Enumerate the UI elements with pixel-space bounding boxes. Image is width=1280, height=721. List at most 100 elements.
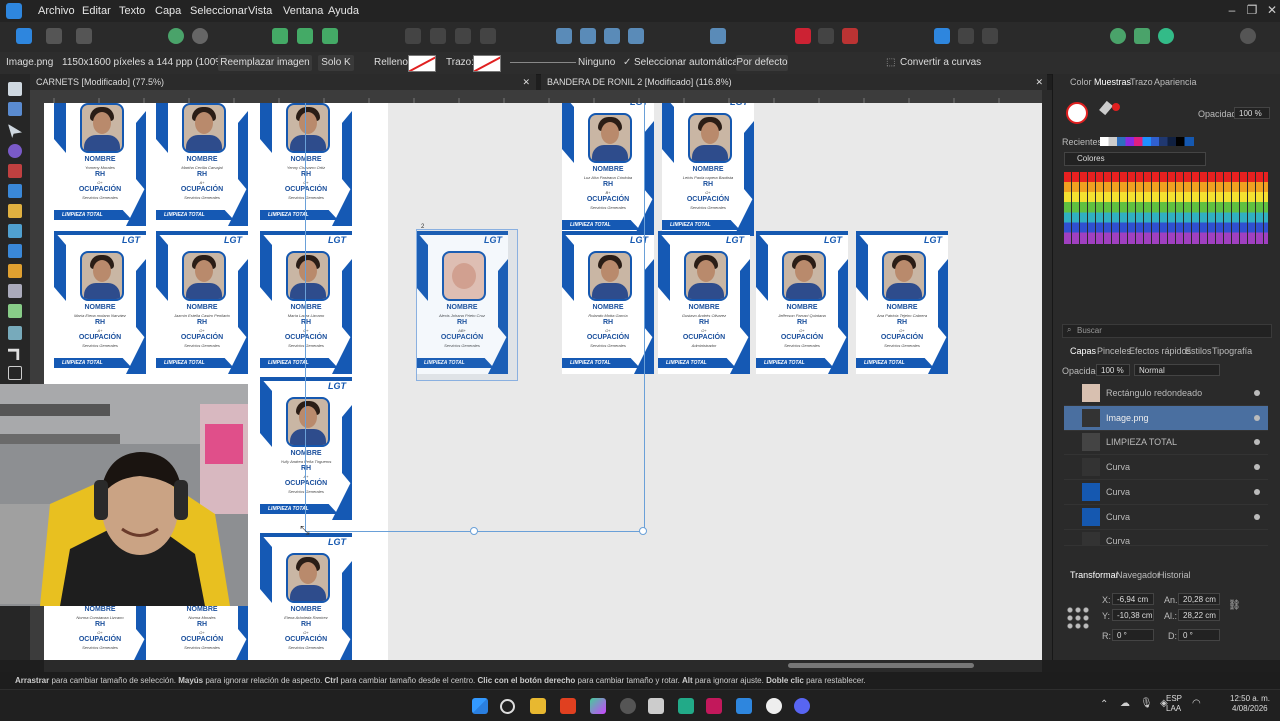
pen-tool-icon[interactable] [8,184,22,198]
maximize-icon[interactable]: ❐ [1242,3,1262,17]
x-field[interactable]: -6,94 cm [1112,593,1154,605]
tab-bandera[interactable]: BANDERA DE RONIL 2 [Modificado] (116.8%)… [541,74,1047,90]
vertical-scrollbar[interactable] [1042,90,1052,660]
export-persona-icon[interactable] [76,28,92,44]
selection-handle[interactable] [470,527,478,535]
opacity-field[interactable]: 100 % [1234,107,1270,119]
fill-swatch[interactable] [408,55,436,72]
menu-ventana[interactable]: Ventana [283,5,323,17]
brave-icon[interactable] [560,698,576,714]
id-card[interactable]: LGTNOMBREYomeny MoralesRHO+OCUPACIÓNServ… [54,103,146,226]
snap-grid-icon[interactable] [297,28,313,44]
stroke-value[interactable]: Ninguno [578,57,615,68]
snap-object-icon[interactable] [322,28,338,44]
artboard-tool-icon[interactable] [8,102,22,116]
layer-row-selected[interactable]: Image.png [1064,406,1268,431]
pencil-tool-icon[interactable] [8,204,22,218]
menu-capa[interactable]: Capa [155,5,181,17]
app-icon[interactable] [706,698,722,714]
account-icon[interactable] [1240,28,1256,44]
shear-field[interactable]: 0 ° [1178,629,1220,641]
sync-icon[interactable] [1158,28,1174,44]
settings-icon[interactable] [168,28,184,44]
id-card[interactable]: LGT NOMBRE Ana Patricia Tejeiro Cabrera RH O… [856,231,948,374]
auto-select-dropdown[interactable]: Por defecto [736,55,788,71]
tab-muestras[interactable]: Muestras [1094,77,1131,87]
tab-tipografia[interactable]: Tipografía [1212,346,1252,356]
crop-icon[interactable] [795,28,811,44]
layer-row[interactable]: LIMPIEZA TOTAL [1064,430,1268,455]
crop-tool-icon[interactable] [8,348,20,360]
vector-brush-icon[interactable] [8,224,22,238]
convert-curves-button[interactable]: Convertir a curvas [900,57,981,68]
pixel-persona-icon[interactable] [46,28,62,44]
recent-swatches[interactable] [1100,137,1194,146]
layer-row[interactable]: Rectángulo redondeado [1064,381,1268,406]
h-field[interactable]: 28,22 cm [1178,609,1220,621]
align-icon[interactable] [710,28,726,44]
w-field[interactable]: 20,28 cm [1178,593,1220,605]
menu-vista[interactable]: Vista [248,5,272,17]
tab-navegador[interactable]: Navegador [1116,570,1160,580]
discord-icon[interactable] [794,698,810,714]
blend-mode-dropdown[interactable]: Normal [1134,364,1220,376]
rotation-field[interactable]: 0 ° [1112,629,1154,641]
tab-capas[interactable]: Capas [1070,346,1096,356]
selected-card-box[interactable] [416,229,518,381]
auto-select-checkbox[interactable]: ✓ [623,57,631,68]
snap-icon[interactable] [272,28,288,44]
menu-ayuda[interactable]: Ayuda [328,5,359,17]
app-icon[interactable] [678,698,694,714]
gear-icon[interactable] [192,28,208,44]
solo-k-button[interactable]: Solo K [318,55,354,71]
tab-transformar[interactable]: Transformar [1070,570,1119,580]
tab-trazo[interactable]: Trazo [1130,77,1153,87]
tab-carnets[interactable]: CARNETS [Modificado] (77.5%) ✕ [30,74,536,90]
language-primary[interactable]: ESP [1166,694,1182,703]
replace-image-button[interactable]: Reemplazar imagen [218,55,312,71]
fill-tool-icon[interactable] [8,244,22,258]
id-card[interactable]: LGT NOMBRE Jefferson Parraci Quintana RH O+ O… [756,231,848,374]
tab-close-icon[interactable]: ✕ [522,74,530,90]
fill-none-icon[interactable] [1066,102,1088,124]
visibility-icon[interactable] [1254,439,1260,445]
affinity-designer-icon[interactable] [736,698,752,714]
visibility-icon[interactable] [1254,489,1260,495]
layer-row[interactable]: Curva [1064,480,1268,505]
cloud-icon[interactable]: ☁ [1120,698,1130,709]
menu-archivo[interactable]: Archivo [38,5,75,17]
contour-tool-icon[interactable] [8,144,22,158]
stroke-width-slider[interactable] [510,62,576,63]
node-tool-icon[interactable] [8,124,22,138]
place-image-icon[interactable] [8,304,22,318]
image-info-label[interactable]: 1150x1600 píxeles a 144 ppp (100%) [62,57,228,68]
visibility-icon[interactable] [1254,415,1260,421]
selection-handle[interactable] [639,527,647,535]
ruler-horizontal[interactable] [44,90,1042,104]
menu-editar[interactable]: Editar [82,5,111,17]
designer-persona-icon[interactable] [16,28,32,44]
rotate-left-icon[interactable] [604,28,620,44]
rectangle-tool-icon[interactable] [8,366,22,380]
transparency-tool-icon[interactable] [8,284,22,298]
id-card[interactable]: LGTNOMBREMartha Cecilia CarvajalRHA+OCUP… [156,103,248,226]
order-forward-icon[interactable] [455,28,471,44]
visibility-icon[interactable] [1254,390,1260,396]
tab-pinceles[interactable]: Pinceles [1097,346,1131,356]
visibility-icon[interactable] [1254,464,1260,470]
menu-texto[interactable]: Texto [119,5,145,17]
close-icon[interactable]: ✕ [1262,3,1280,17]
tab-efectos[interactable]: Efectos rápidos [1129,346,1191,356]
layer-row[interactable]: Curva [1064,455,1268,480]
flip-vertical-icon[interactable] [580,28,596,44]
tab-apariencia[interactable]: Apariencia [1154,77,1197,87]
minimize-icon[interactable]: – [1222,3,1242,17]
assistant-icon[interactable] [1110,28,1126,44]
start-icon[interactable] [472,698,488,714]
order-backward-icon[interactable] [430,28,446,44]
anchor-grid-icon[interactable] [1066,606,1090,630]
palette-dropdown[interactable]: Colores [1064,152,1206,166]
clock-time[interactable]: 12:50 a. m. [1230,694,1270,703]
preferences-icon[interactable] [1134,28,1150,44]
tab-close-icon[interactable]: ✕ [1035,74,1043,90]
